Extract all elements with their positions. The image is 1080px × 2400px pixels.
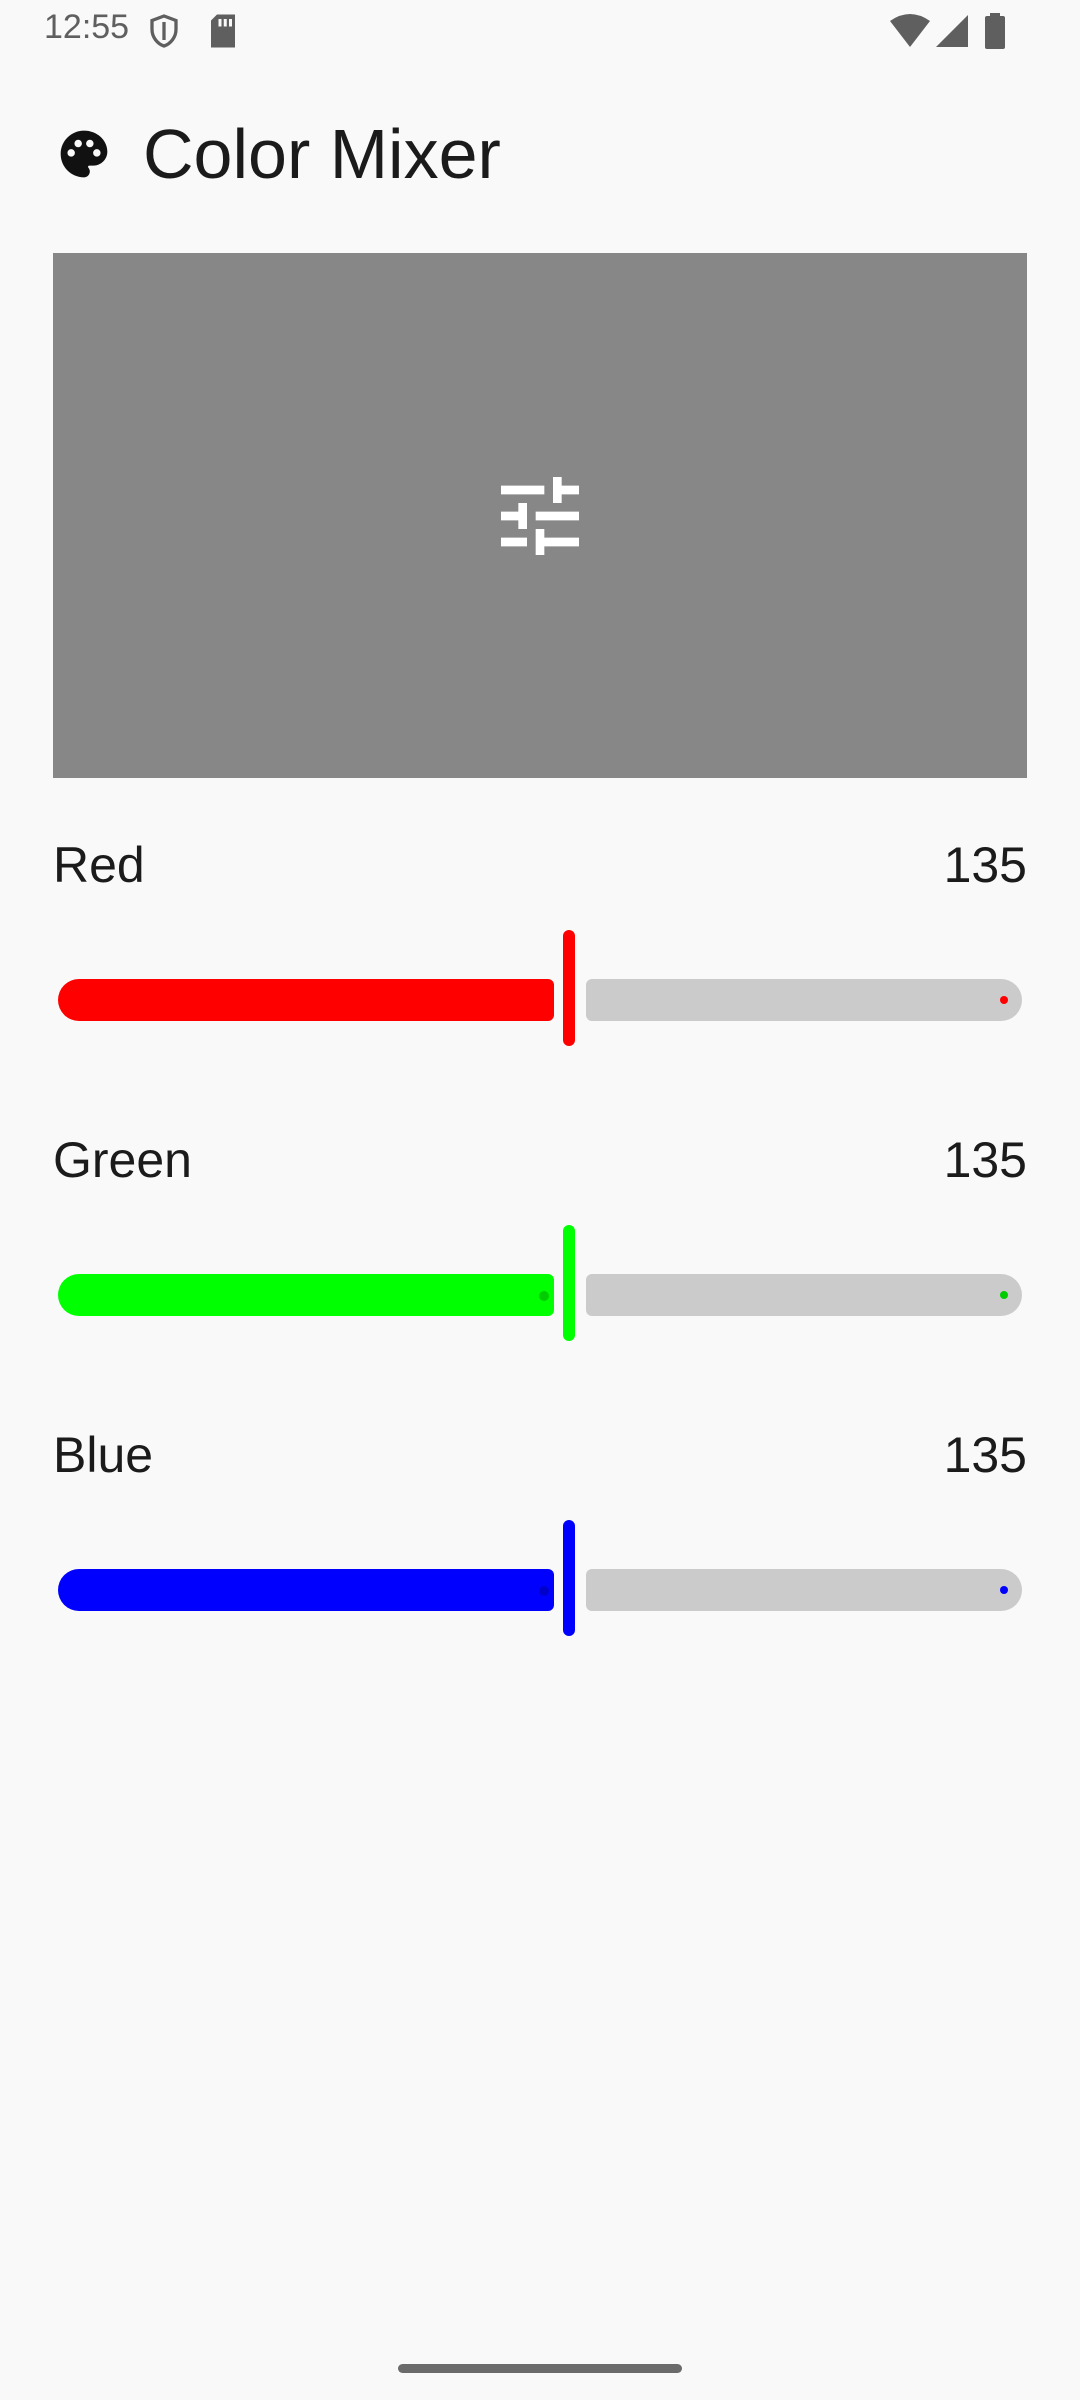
app-title: Color Mixer <box>143 115 501 193</box>
green-label-row: Green 135 <box>53 1125 1027 1195</box>
blue-label: Blue <box>53 1427 154 1483</box>
red-slider-active-stop <box>539 996 549 1006</box>
green-slider[interactable] <box>53 1223 1027 1343</box>
green-slider-active-track <box>58 1274 554 1316</box>
blue-slider-handle[interactable] <box>563 1520 575 1636</box>
red-slider-end-stop <box>1000 996 1008 1004</box>
blue-slider[interactable] <box>53 1518 1027 1638</box>
status-time: 12:55 <box>44 8 130 46</box>
green-slider-handle[interactable] <box>563 1225 575 1341</box>
red-label: Red <box>53 837 145 893</box>
red-slider[interactable] <box>53 928 1027 1048</box>
blue-value: 135 <box>943 1427 1027 1483</box>
sd-card-icon <box>211 14 235 48</box>
tune-icon <box>501 477 579 555</box>
app-header: Color Mixer <box>0 100 1080 210</box>
red-slider-group: Red 135 <box>53 830 1027 1080</box>
signal-icon <box>936 15 968 47</box>
red-slider-inactive-track <box>586 979 1022 1021</box>
green-slider-inactive-track <box>586 1274 1022 1316</box>
blue-slider-end-stop <box>1000 1586 1008 1594</box>
blue-slider-group: Blue 135 <box>53 1420 1027 1670</box>
red-value: 135 <box>943 837 1027 893</box>
gesture-nav-handle[interactable] <box>398 2364 682 2373</box>
palette-icon <box>60 130 108 178</box>
blue-label-row: Blue 135 <box>53 1420 1027 1490</box>
status-bar: 12:55 <box>0 0 1080 62</box>
blue-slider-active-track <box>58 1569 554 1611</box>
blue-slider-active-stop <box>539 1586 549 1596</box>
red-label-row: Red 135 <box>53 830 1027 900</box>
green-slider-active-stop <box>539 1291 549 1301</box>
wifi-icon <box>890 14 930 47</box>
battery-icon <box>985 13 1005 49</box>
red-slider-active-track <box>58 979 554 1021</box>
red-slider-handle[interactable] <box>563 930 575 1046</box>
green-slider-end-stop <box>1000 1291 1008 1299</box>
green-label: Green <box>53 1132 192 1188</box>
shield-icon <box>150 14 178 48</box>
green-slider-group: Green 135 <box>53 1125 1027 1375</box>
green-value: 135 <box>943 1132 1027 1188</box>
color-preview <box>53 253 1027 778</box>
blue-slider-inactive-track <box>586 1569 1022 1611</box>
